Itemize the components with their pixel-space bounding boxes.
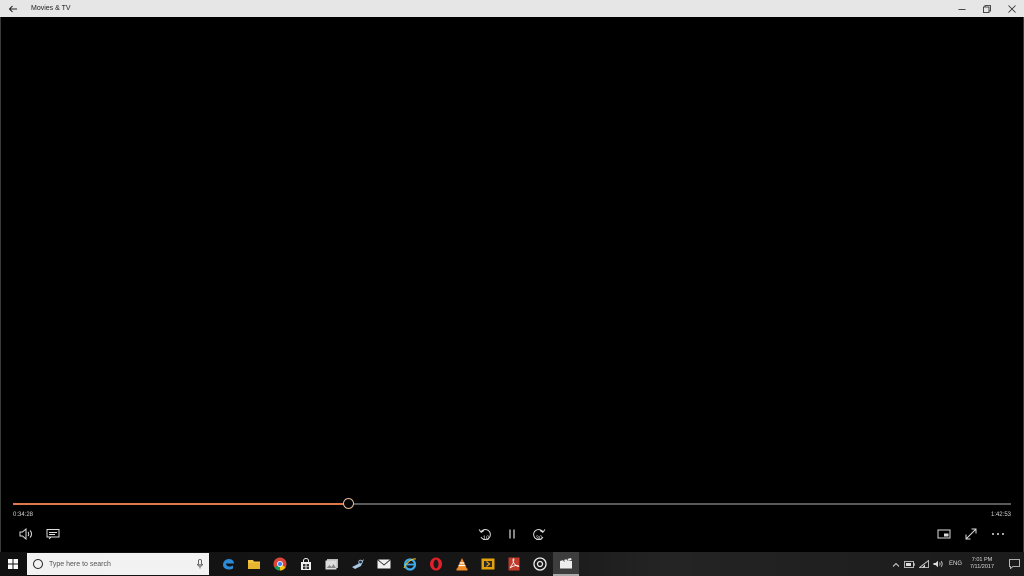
- skip-back-icon: 10: [478, 529, 491, 542]
- microphone-icon[interactable]: [197, 559, 203, 569]
- taskbar: Type here to search ENG 7:01 PM 7/11/201…: [0, 552, 1024, 576]
- vlc-icon[interactable]: [449, 552, 475, 576]
- mini-view-icon: [937, 529, 951, 539]
- fullscreen-button[interactable]: [960, 523, 982, 545]
- close-button[interactable]: [999, 0, 1024, 17]
- wifi-icon[interactable]: [917, 552, 931, 576]
- back-button[interactable]: [0, 0, 26, 17]
- back-arrow-icon: [8, 5, 17, 12]
- seek-thumb[interactable]: [342, 498, 354, 509]
- skip-back-seconds: 10: [483, 536, 490, 542]
- battery-icon[interactable]: [903, 552, 917, 576]
- mail-icon[interactable]: [371, 552, 397, 576]
- skip-back-button[interactable]: 10: [474, 523, 496, 545]
- close-icon: [1007, 4, 1016, 13]
- volume-button[interactable]: [15, 523, 37, 545]
- volume-tray-icon[interactable]: [931, 552, 945, 576]
- search-placeholder: Type here to search: [49, 560, 111, 568]
- movies-tv-icon[interactable]: [553, 552, 579, 576]
- system-tray: ENG 7:01 PM 7/11/2017: [889, 552, 1024, 576]
- ie-icon[interactable]: [397, 552, 423, 576]
- chevron-up-icon[interactable]: [889, 552, 903, 576]
- cortana-icon: [33, 559, 43, 569]
- file-explorer-icon[interactable]: [241, 552, 267, 576]
- steam-icon[interactable]: [345, 552, 371, 576]
- movies-tv-window: Movies & TV 0:34:28 1:42:53 10 30 Type h…: [0, 0, 1024, 576]
- more-options-button[interactable]: [987, 523, 1009, 545]
- opera-icon[interactable]: [423, 552, 449, 576]
- elapsed-time: 0:34:28: [13, 512, 34, 518]
- chrome-icon[interactable]: [267, 552, 293, 576]
- groove-icon[interactable]: [527, 552, 553, 576]
- pause-icon: [509, 529, 515, 539]
- taskbar-search-box[interactable]: Type here to search: [27, 553, 209, 575]
- title-bar: Movies & TV: [0, 0, 1024, 17]
- store-icon[interactable]: [293, 552, 319, 576]
- seek-progress: [13, 503, 349, 505]
- speaker-icon: [19, 528, 32, 540]
- acrobat-icon[interactable]: [501, 552, 527, 576]
- window-title: Movies & TV: [31, 5, 71, 12]
- pause-button[interactable]: [501, 523, 523, 545]
- taskbar-apps: [215, 552, 579, 576]
- skip-forward-seconds: 30: [536, 536, 543, 542]
- clock-date: 7/11/2017: [969, 564, 995, 570]
- total-time: 1:42:53: [990, 512, 1011, 518]
- notifications-icon: [1008, 559, 1020, 569]
- skip-forward-icon: 30: [533, 529, 546, 542]
- minimize-button[interactable]: [949, 0, 974, 17]
- video-surface[interactable]: [0, 17, 1024, 552]
- plex-icon[interactable]: [475, 552, 501, 576]
- restore-icon: [982, 4, 991, 13]
- fullscreen-icon: [965, 528, 977, 540]
- seek-bar[interactable]: [13, 498, 1011, 509]
- subtitles-button[interactable]: [42, 523, 64, 545]
- photos-icon[interactable]: [319, 552, 345, 576]
- start-button[interactable]: [0, 552, 26, 576]
- action-center-button[interactable]: [1004, 552, 1024, 576]
- mini-view-button[interactable]: [933, 523, 955, 545]
- clock-time: 7:01 PM: [971, 557, 993, 563]
- input-language[interactable]: ENG: [949, 561, 962, 567]
- skip-forward-button[interactable]: 30: [528, 523, 550, 545]
- more-icon: [992, 533, 1004, 535]
- minimize-icon: [958, 8, 965, 10]
- subtitles-icon: [46, 529, 60, 540]
- taskbar-clock[interactable]: 7:01 PM 7/11/2017: [968, 557, 996, 571]
- windows-logo-icon: [8, 559, 18, 569]
- restore-button[interactable]: [974, 0, 999, 17]
- edge-icon[interactable]: [215, 552, 241, 576]
